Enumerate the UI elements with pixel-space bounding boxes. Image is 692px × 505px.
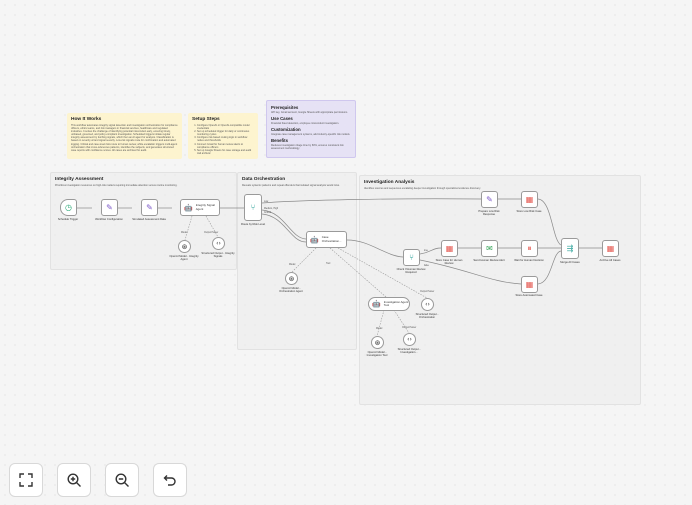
investigation-tool-node[interactable]: 🤖 Investigation Agent Tool bbox=[368, 297, 410, 311]
sheets-icon: ▦ bbox=[525, 194, 534, 204]
workflow-connections: Model Output Parser Low Medium, High Cri… bbox=[77, 198, 602, 337]
edge bbox=[346, 239, 404, 258]
edge bbox=[376, 309, 385, 337]
send-review-alert-node[interactable]: ✉ bbox=[481, 240, 498, 257]
edge bbox=[393, 309, 410, 334]
node-label: Route by Risk Level bbox=[241, 223, 265, 226]
workflow-config-node[interactable]: ✎ bbox=[101, 199, 118, 216]
port-label: Medium, High bbox=[264, 208, 279, 210]
store-automated-node[interactable]: ▦ bbox=[521, 276, 538, 293]
port-label: false bbox=[424, 265, 430, 267]
fit-view-icon bbox=[19, 473, 33, 487]
node-label: Wait for Human Decision bbox=[514, 259, 544, 262]
pencil-icon: ✎ bbox=[486, 194, 493, 204]
workflow-canvas[interactable]: How It Works This workflow automates int… bbox=[0, 0, 692, 505]
merge-cases-node[interactable]: ⇶ bbox=[561, 238, 579, 259]
mail-icon: ✉ bbox=[486, 243, 493, 253]
node-label: OpenAI Model - Integrity Agent bbox=[169, 255, 199, 262]
switch-icon: ⑂ bbox=[250, 202, 256, 212]
route-by-risk-node[interactable]: ⑂ bbox=[244, 194, 262, 221]
zoom-in-button[interactable] bbox=[57, 463, 91, 497]
node-label: Schedule Trigger bbox=[57, 218, 79, 221]
port-label: Output Parser bbox=[420, 290, 435, 293]
edge bbox=[291, 247, 317, 273]
port-label: Output Parser bbox=[204, 231, 219, 234]
zoom-in-icon bbox=[67, 473, 81, 487]
robot-icon: 🤖 bbox=[310, 235, 319, 244]
node-label: Case Orchestration... bbox=[321, 235, 342, 243]
integrity-agent-node[interactable]: 🤖 Integrity Signal Agent bbox=[180, 199, 220, 216]
pause-icon: ⏸ bbox=[527, 243, 532, 253]
archive-cases-node[interactable]: ▦ bbox=[602, 240, 619, 257]
port-label: Model bbox=[289, 264, 296, 266]
code-icon: ‹› bbox=[407, 335, 412, 343]
robot-icon: 🤖 bbox=[372, 300, 381, 308]
investigation-model-node[interactable]: ⊛ bbox=[371, 336, 384, 349]
node-label: Store Low Risk Case bbox=[516, 210, 542, 213]
zoom-out-button[interactable] bbox=[105, 463, 139, 497]
node-label: Investigation Agent Tool bbox=[383, 299, 409, 307]
sheets-icon: ▦ bbox=[525, 279, 534, 289]
integrity-output-node[interactable]: ‹› bbox=[212, 237, 225, 250]
node-label: Send Human Review Alert bbox=[473, 259, 505, 262]
integrity-model-node[interactable]: ⊛ bbox=[178, 240, 191, 253]
pencil-icon: ✎ bbox=[146, 202, 153, 212]
zoom-out-icon bbox=[115, 473, 129, 487]
edge bbox=[537, 198, 562, 246]
node-label: Simulated Assessment Data bbox=[132, 218, 166, 221]
node-label: Merge All Cases bbox=[560, 261, 580, 264]
sheets-icon: ▦ bbox=[606, 243, 615, 253]
clock-icon: ◷ bbox=[65, 202, 72, 212]
openai-icon: ⊛ bbox=[288, 274, 295, 283]
edge bbox=[261, 213, 307, 243]
openai-icon: ⊛ bbox=[374, 338, 381, 347]
investigation-output-node[interactable]: ‹› bbox=[403, 333, 416, 346]
robot-icon: 🤖 bbox=[184, 203, 193, 212]
node-label: Store Case for Human Review bbox=[435, 259, 463, 266]
merge-icon: ⇶ bbox=[566, 243, 574, 253]
node-label: Store Automated Case bbox=[515, 294, 543, 297]
edge bbox=[537, 250, 562, 285]
store-low-risk-node[interactable]: ▦ bbox=[521, 191, 538, 208]
if-icon: ⑂ bbox=[409, 252, 414, 262]
edge bbox=[329, 247, 387, 298]
code-icon: ‹› bbox=[425, 300, 430, 308]
store-human-review-node[interactable]: ▦ bbox=[441, 240, 458, 257]
node-label: Workflow Configuration bbox=[95, 218, 123, 221]
node-label: Structured Output - Orchestration bbox=[415, 313, 439, 320]
orchestration-output-node[interactable]: ‹› bbox=[421, 298, 434, 311]
node-label: Archive All Cases bbox=[599, 259, 621, 262]
port-label: Output Parser bbox=[402, 326, 417, 329]
simulated-data-node[interactable]: ✎ bbox=[141, 199, 158, 216]
port-label: Tool bbox=[326, 263, 331, 265]
node-label: OpenAI Model - Investigation Tool bbox=[366, 351, 388, 358]
wait-decision-node[interactable]: ⏸ bbox=[521, 240, 538, 257]
undo-button[interactable] bbox=[153, 463, 187, 497]
orchestration-model-node[interactable]: ⊛ bbox=[285, 272, 298, 285]
port-label: Low bbox=[264, 201, 269, 203]
node-label: Structured Output - Investigation... bbox=[397, 348, 421, 355]
node-label: Structured Output - Integrity Signals bbox=[201, 252, 235, 259]
port-label: Model bbox=[376, 328, 383, 330]
edge bbox=[184, 215, 193, 241]
prepare-low-risk-node[interactable]: ✎ bbox=[481, 191, 498, 208]
schedule-trigger-node[interactable]: ◷ bbox=[60, 199, 77, 216]
sheets-icon: ▦ bbox=[445, 243, 454, 253]
undo-icon bbox=[163, 475, 176, 486]
node-label: Integrity Signal Agent bbox=[195, 203, 215, 211]
check-review-node[interactable]: ⑂ bbox=[403, 249, 420, 266]
pencil-icon: ✎ bbox=[106, 202, 113, 212]
case-orchestration-node[interactable]: 🤖 Case Orchestration... bbox=[306, 231, 347, 248]
port-label: Critical bbox=[264, 211, 272, 214]
node-label: Check If Human Review Required bbox=[396, 268, 426, 275]
openai-icon: ⊛ bbox=[181, 242, 188, 251]
fit-view-button[interactable] bbox=[9, 463, 43, 497]
code-icon: ‹› bbox=[216, 239, 221, 247]
node-label: Prepare Low Risk Response bbox=[478, 210, 500, 217]
node-label: OpenAI Model - Orchestration Agent bbox=[279, 287, 303, 294]
edge bbox=[261, 198, 482, 204]
port-label: Model bbox=[181, 232, 188, 234]
